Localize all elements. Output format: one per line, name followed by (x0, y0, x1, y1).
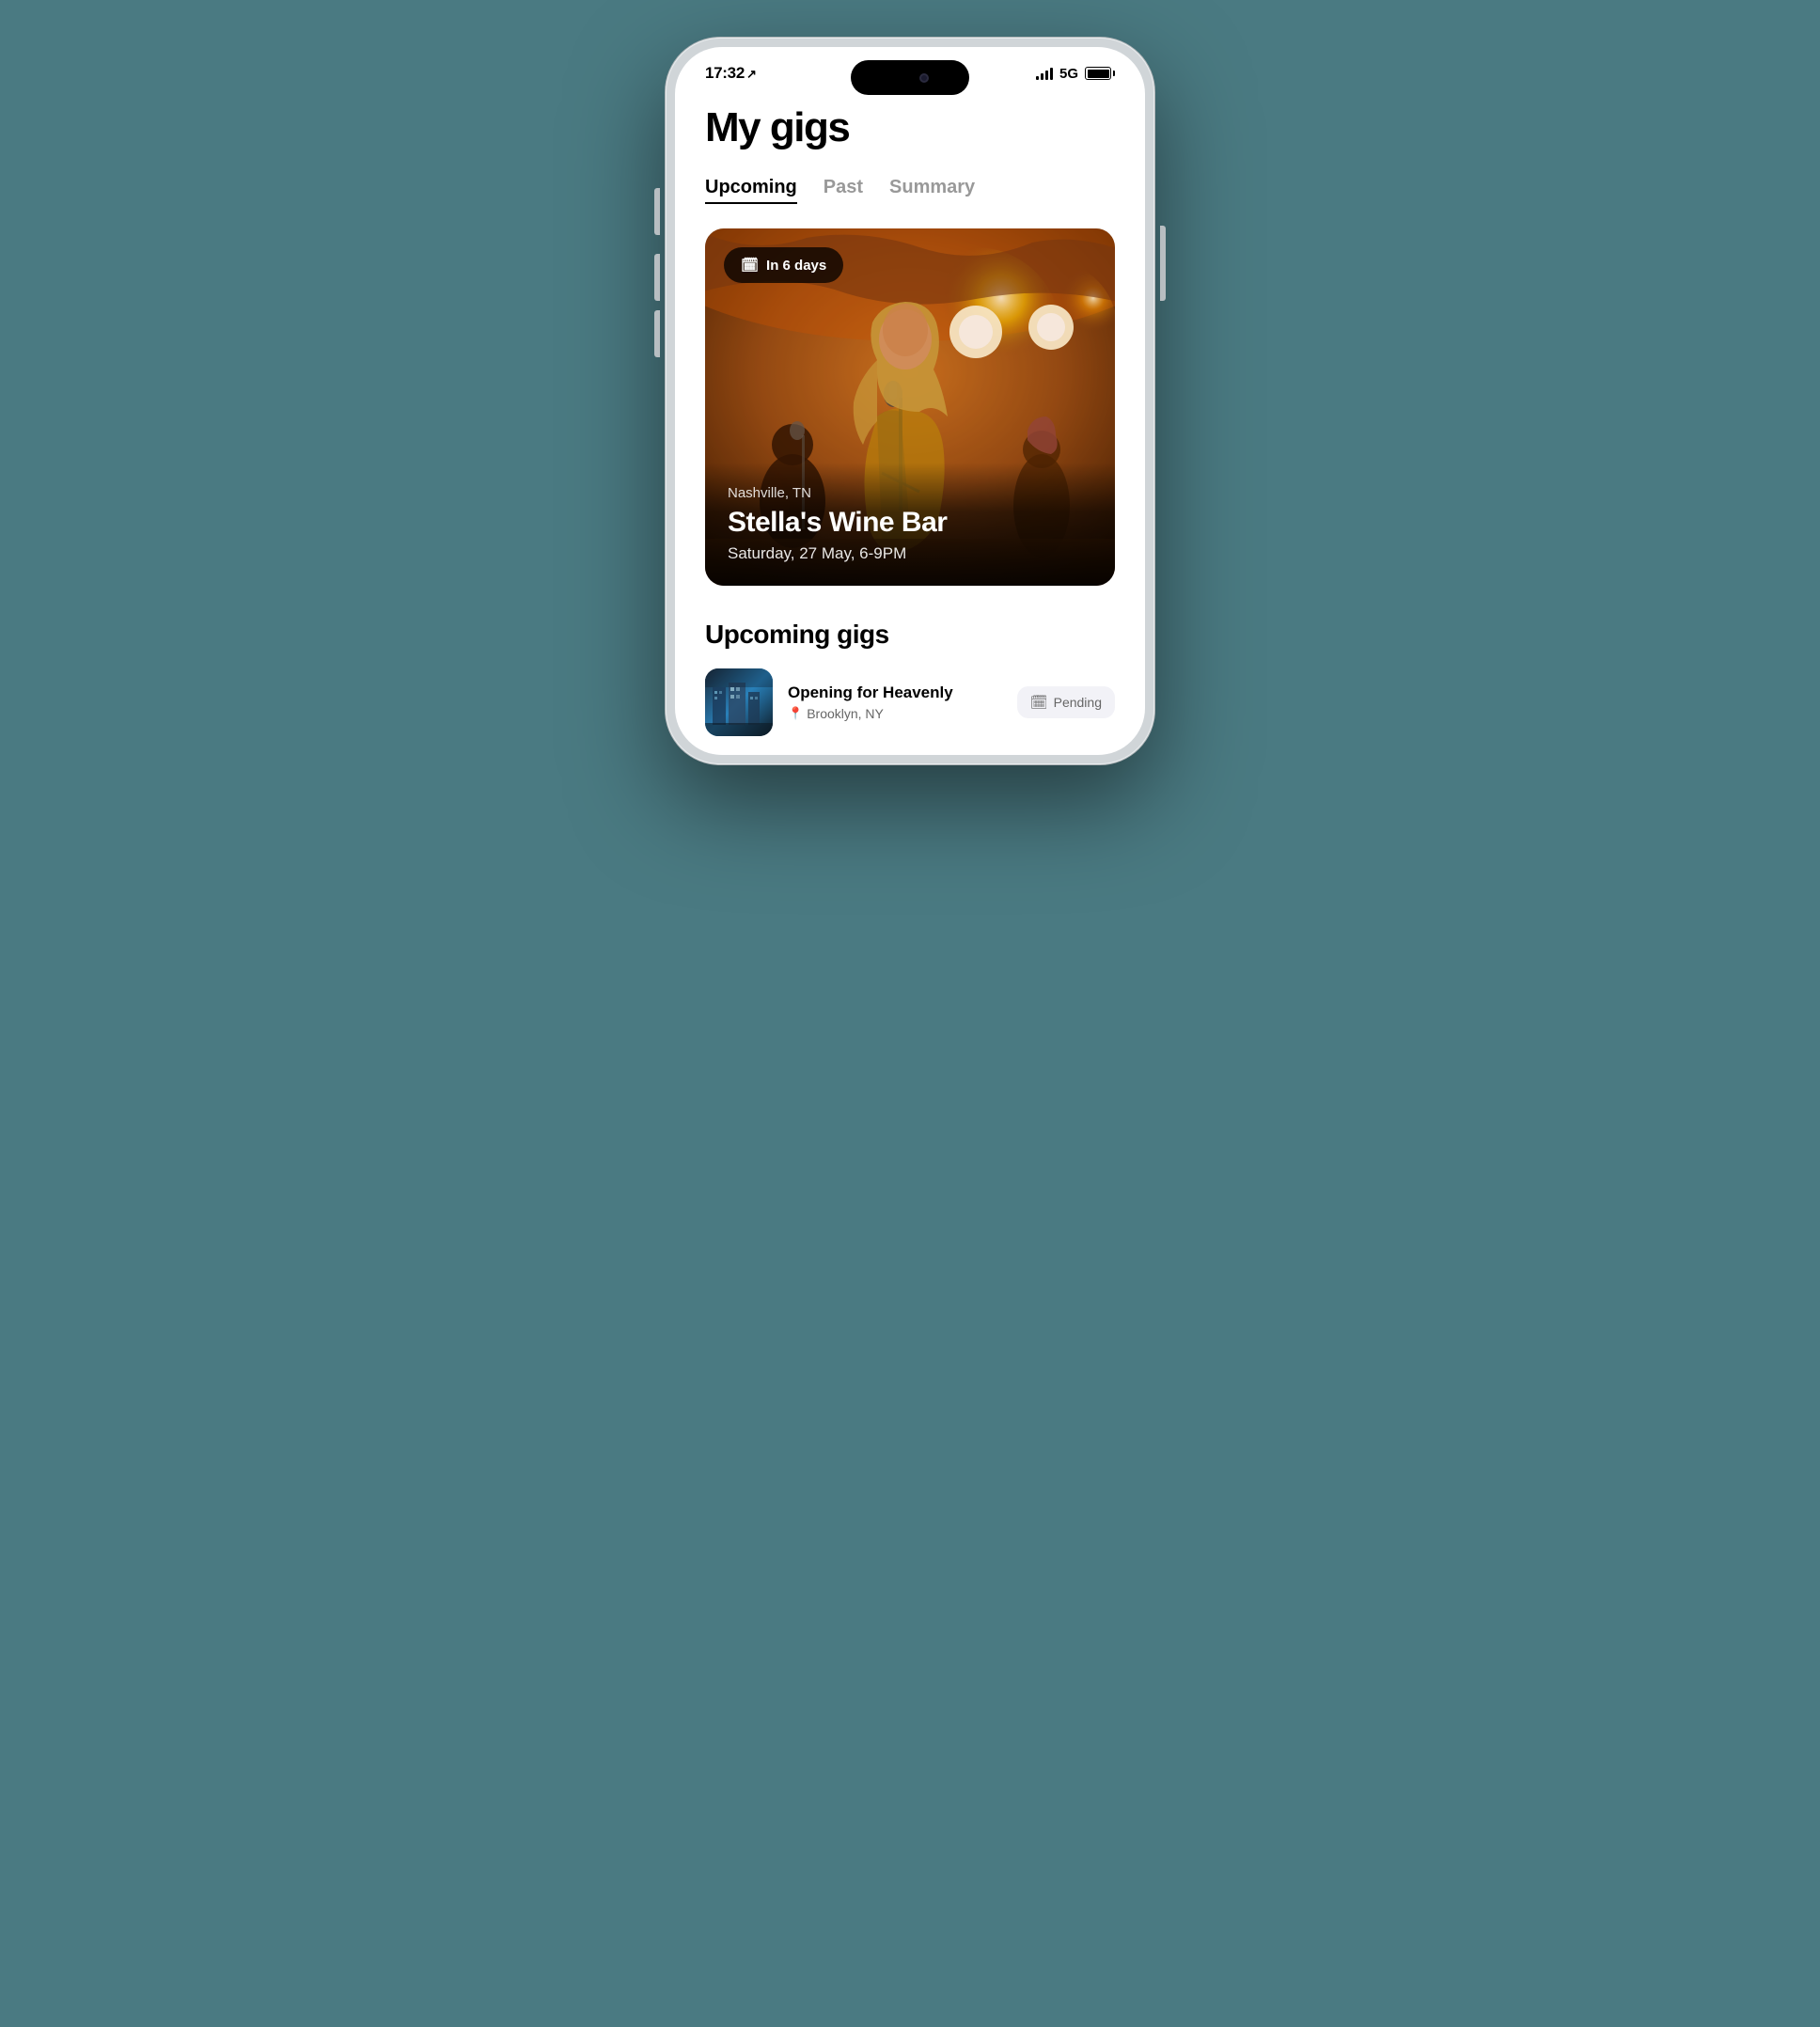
battery-tip (1113, 71, 1115, 76)
network-type: 5G (1059, 66, 1078, 82)
hero-card[interactable]: 🗓 In 6 days Nashville, TN Stella's Wine … (705, 228, 1115, 586)
hero-location: Nashville, TN (728, 485, 1092, 501)
gig-name: Opening for Heavenly (788, 684, 1002, 702)
upcoming-gigs-title: Upcoming gigs (705, 620, 1115, 650)
gig-thumbnail (705, 668, 773, 736)
battery-indicator (1085, 67, 1115, 80)
tab-summary[interactable]: Summary (889, 177, 975, 204)
hero-venue: Stella's Wine Bar (728, 507, 1092, 539)
tab-upcoming[interactable]: Upcoming (705, 177, 797, 204)
signal-bars-icon (1036, 67, 1053, 80)
hero-badge-text: In 6 days (766, 258, 826, 274)
tab-past[interactable]: Past (824, 177, 863, 204)
location-pin-icon: 📍 (788, 706, 803, 721)
signal-bar-2 (1041, 73, 1043, 80)
gig-details: Opening for Heavenly 📍 Brooklyn, NY (788, 684, 1002, 721)
tab-bar: Upcoming Past Summary (705, 177, 1115, 204)
signal-bar-3 (1045, 71, 1048, 80)
calendar-badge-icon: 🗓 (741, 257, 759, 274)
gig-status-badge: 🗓 Pending (1017, 686, 1115, 718)
hero-info: Nashville, TN Stella's Wine Bar Saturday… (705, 463, 1115, 586)
status-right: 5G (1036, 66, 1115, 82)
signal-bar-1 (1036, 76, 1039, 80)
status-bar: 17:32↗ 5G (675, 47, 1145, 90)
phone-screen: 17:32↗ 5G (675, 47, 1145, 755)
page-title: My gigs (705, 105, 1115, 150)
gig-location-text: Brooklyn, NY (807, 706, 884, 721)
gig-location: 📍 Brooklyn, NY (788, 706, 1002, 721)
status-calendar-icon: 🗓 (1030, 694, 1048, 711)
gig-status-text: Pending (1054, 695, 1102, 710)
gig-list-item[interactable]: Opening for Heavenly 📍 Brooklyn, NY 🗓 Pe… (705, 668, 1115, 755)
phone-frame: 17:32↗ 5G (666, 38, 1154, 764)
camera-dot (919, 73, 929, 83)
gig-thumbnail-image (705, 668, 773, 736)
battery-fill (1088, 70, 1109, 78)
location-arrow-icon: ↗ (746, 67, 757, 81)
hero-date: Saturday, 27 May, 6-9PM (728, 544, 1092, 563)
status-time: 17:32↗ (705, 64, 757, 83)
battery-body (1085, 67, 1111, 80)
app-content: My gigs Upcoming Past Summary (675, 90, 1145, 755)
hero-badge: 🗓 In 6 days (724, 247, 843, 283)
signal-bar-4 (1050, 68, 1053, 80)
dynamic-island (851, 60, 969, 95)
